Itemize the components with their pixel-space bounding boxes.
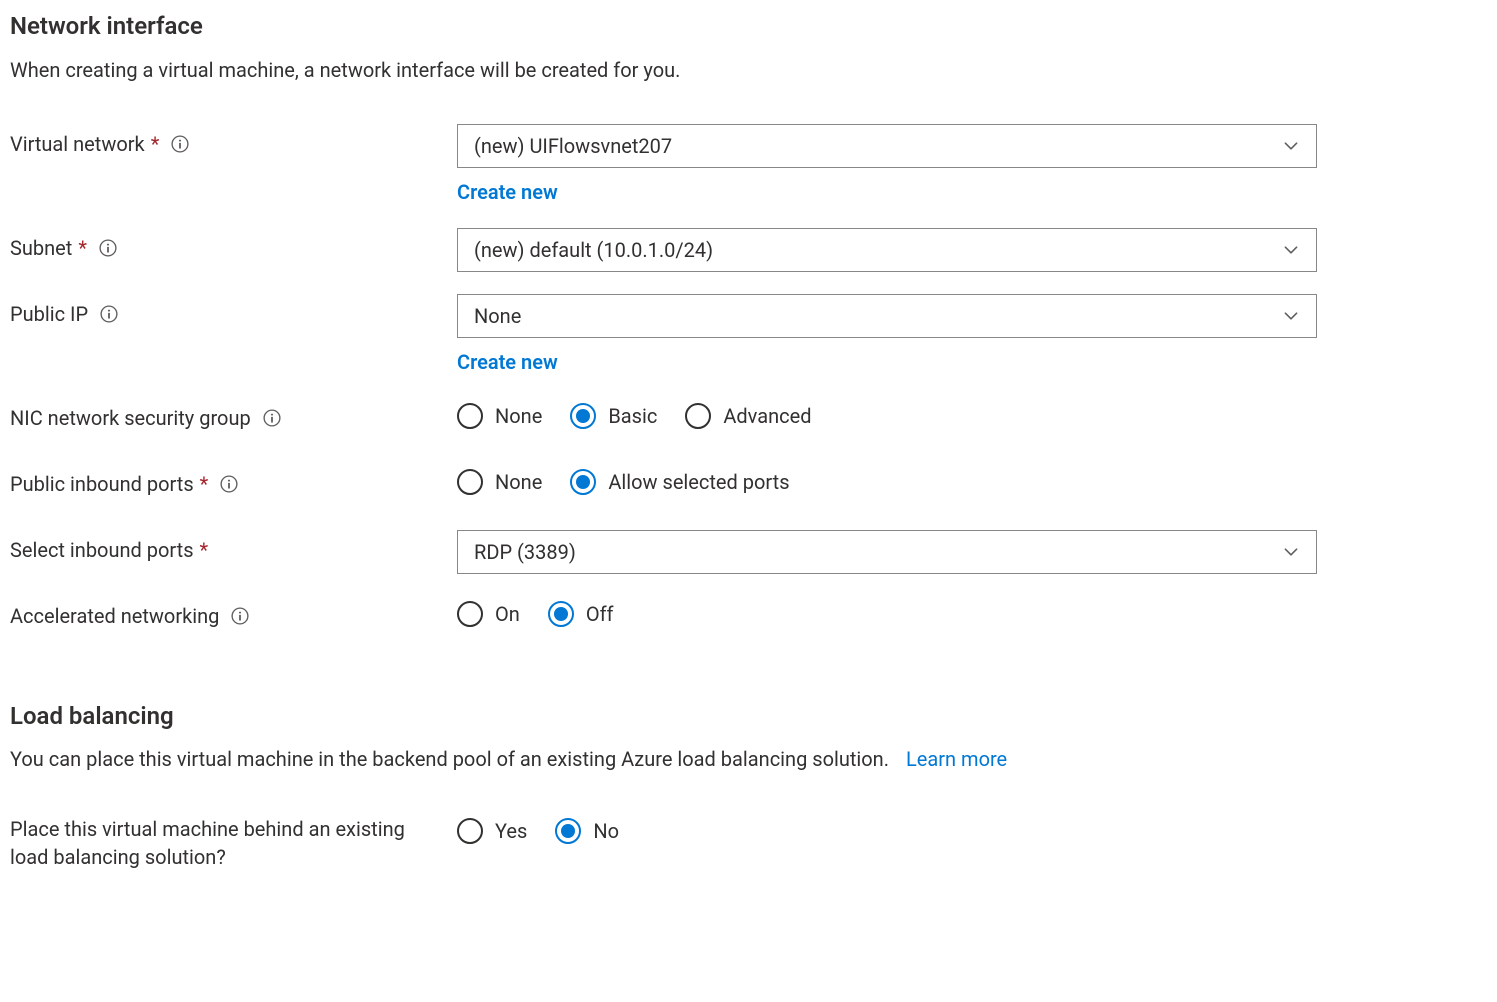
field-public-ip: Public IP None Create new [10, 294, 1487, 376]
public-ip-value: None [474, 302, 521, 330]
field-virtual-network: Virtual network * (new) UIFlowsvnet207 C… [10, 124, 1487, 206]
accel-radio-on[interactable]: On [457, 600, 520, 628]
accel-radio-off[interactable]: Off [548, 600, 614, 628]
lb-radio-no[interactable]: No [555, 817, 619, 845]
field-accelerated-networking: Accelerated networking On Off [10, 596, 1487, 640]
required-indicator: * [78, 234, 87, 262]
public-inbound-ports-radio-group: None Allow selected ports [457, 464, 1317, 496]
nsg-radio-group: None Basic Advanced [457, 398, 1317, 430]
public-ip-select[interactable]: None [457, 294, 1317, 338]
create-new-public-ip-link[interactable]: Create new [457, 348, 558, 376]
label-public-inbound-ports: Public inbound ports [10, 470, 194, 498]
chevron-down-icon [1282, 241, 1300, 259]
subnet-value: (new) default (10.0.1.0/24) [474, 236, 713, 264]
accelerated-networking-radio-group: On Off [457, 596, 1317, 628]
section-desc-load-balancing: You can place this virtual machine in th… [10, 745, 1487, 773]
field-nsg: NIC network security group None Basic Ad… [10, 398, 1487, 442]
virtual-network-value: (new) UIFlowsvnet207 [474, 132, 672, 160]
label-select-inbound-ports: Select inbound ports [10, 536, 194, 564]
info-icon[interactable] [171, 135, 189, 153]
field-select-inbound-ports: Select inbound ports * RDP (3389) [10, 530, 1487, 574]
subnet-select[interactable]: (new) default (10.0.1.0/24) [457, 228, 1317, 272]
info-icon[interactable] [100, 305, 118, 323]
label-place-behind-lb: Place this virtual machine behind an exi… [10, 815, 410, 871]
info-icon[interactable] [231, 607, 249, 625]
info-icon[interactable] [220, 475, 238, 493]
required-indicator: * [200, 536, 209, 564]
pip-radio-allow[interactable]: Allow selected ports [570, 468, 789, 496]
chevron-down-icon [1282, 137, 1300, 155]
section-desc-network-interface: When creating a virtual machine, a netwo… [10, 56, 1487, 84]
virtual-network-select[interactable]: (new) UIFlowsvnet207 [457, 124, 1317, 168]
info-icon[interactable] [263, 409, 281, 427]
field-subnet: Subnet * (new) default (10.0.1.0/24) [10, 228, 1487, 272]
select-inbound-ports-select[interactable]: RDP (3389) [457, 530, 1317, 574]
required-indicator: * [151, 130, 160, 158]
field-place-behind-lb: Place this virtual machine behind an exi… [10, 813, 1487, 871]
label-accelerated-networking: Accelerated networking [10, 602, 219, 630]
label-virtual-network: Virtual network [10, 130, 145, 158]
create-new-vnet-link[interactable]: Create new [457, 178, 558, 206]
section-title-network-interface: Network interface [10, 10, 1487, 44]
nsg-radio-basic[interactable]: Basic [570, 402, 657, 430]
select-inbound-ports-value: RDP (3389) [474, 538, 576, 566]
field-public-inbound-ports: Public inbound ports * None Allow select… [10, 464, 1487, 508]
label-public-ip: Public IP [10, 300, 88, 328]
label-subnet: Subnet [10, 234, 72, 262]
nsg-radio-none[interactable]: None [457, 402, 542, 430]
info-icon[interactable] [99, 239, 117, 257]
nsg-radio-advanced[interactable]: Advanced [685, 402, 811, 430]
learn-more-link[interactable]: Learn more [906, 747, 1007, 771]
section-title-load-balancing: Load balancing [10, 700, 1487, 734]
required-indicator: * [200, 470, 209, 498]
pip-radio-none[interactable]: None [457, 468, 542, 496]
chevron-down-icon [1282, 307, 1300, 325]
place-behind-lb-radio-group: Yes No [457, 813, 1317, 845]
chevron-down-icon [1282, 543, 1300, 561]
lb-radio-yes[interactable]: Yes [457, 817, 527, 845]
label-nsg: NIC network security group [10, 404, 251, 432]
